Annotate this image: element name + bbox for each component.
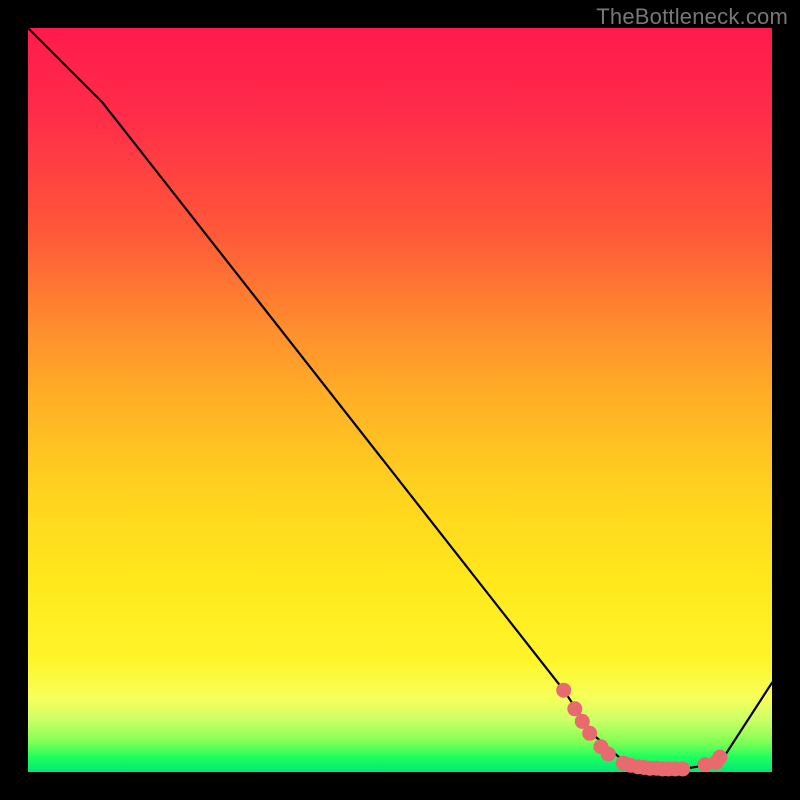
watermark: TheBottleneck.com [596, 4, 788, 30]
data-marker [557, 683, 571, 697]
data-marker [676, 762, 690, 776]
marker-group [557, 683, 727, 776]
curve-line [28, 28, 772, 769]
chart-svg [28, 28, 772, 772]
data-marker [568, 702, 582, 716]
data-marker [713, 750, 727, 764]
chart-container: TheBottleneck.com [0, 0, 800, 800]
plot-area [28, 28, 772, 772]
data-marker [583, 726, 597, 740]
data-marker [601, 747, 615, 761]
